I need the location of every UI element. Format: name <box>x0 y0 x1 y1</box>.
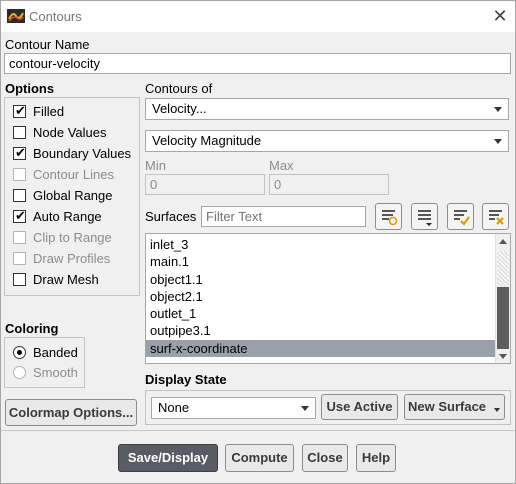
scrollbar-thumb[interactable] <box>497 287 509 349</box>
surfaces-list-items: inlet_3 main.1 object1.1 object2.1 outlet_1 o… <box>146 236 495 358</box>
option-filled[interactable]: ✔ Filled <box>13 101 131 122</box>
contours-of-component-value: Velocity Magnitude <box>152 133 262 148</box>
options-list: ✔ Filled Node Values ✔ Boundary Values Contou… <box>13 101 131 290</box>
checkbox[interactable]: ✔ <box>13 145 26 160</box>
select-new-surface-button[interactable] <box>375 203 402 230</box>
option-global-range[interactable]: Global Range <box>13 185 131 206</box>
option-label: Boundary Values <box>33 146 132 161</box>
title-bar: Contours ✕ <box>1 1 515 32</box>
checkbox[interactable] <box>13 126 26 139</box>
option-label: Clip to Range <box>33 230 112 245</box>
contours-of-component-dropdown[interactable]: Velocity Magnitude <box>145 130 509 152</box>
contour-name-label: Contour Name <box>5 37 90 52</box>
scroll-down-icon[interactable] <box>499 354 507 359</box>
contours-dialog: Contours ✕ Contour Name contour-velocity… <box>0 0 516 484</box>
close-button[interactable]: Close <box>302 444 348 472</box>
option-label: Filled <box>33 104 65 119</box>
compute-button[interactable]: Compute <box>225 444 294 472</box>
option-draw-mesh[interactable]: Draw Mesh <box>13 269 131 290</box>
checkbox[interactable] <box>13 189 26 202</box>
options-heading: Options <box>5 81 55 96</box>
deselect-list-icon <box>418 210 432 226</box>
use-active-button[interactable]: Use Active <box>321 394 398 420</box>
checkbox[interactable]: ✔ <box>13 103 26 118</box>
help-button[interactable]: Help <box>356 444 396 472</box>
scrollbar-track-upper <box>497 251 509 287</box>
window-title: Contours <box>29 9 82 24</box>
select-all-icon <box>454 210 470 226</box>
clear-selection-icon <box>489 210 504 225</box>
chevron-down-icon <box>494 139 502 144</box>
contours-of-quantity-dropdown[interactable]: Velocity... <box>145 98 509 120</box>
display-state-dropdown[interactable]: None <box>151 397 316 419</box>
checkbox[interactable]: ✔ <box>13 208 26 223</box>
option-contour-lines[interactable]: Contour Lines <box>13 164 131 185</box>
option-boundary-values[interactable]: ✔ Boundary Values <box>13 143 131 164</box>
check-icon: ✔ <box>15 208 26 223</box>
smooth-label: Smooth <box>33 365 78 380</box>
surfaces-filter-input[interactable] <box>201 206 366 227</box>
display-state-heading: Display State <box>145 372 227 387</box>
surfaces-scrollbar[interactable] <box>495 234 510 363</box>
option-node-values[interactable]: Node Values <box>13 122 131 143</box>
options-group: ✔ Filled Node Values ✔ Boundary Values Contou… <box>4 97 140 296</box>
option-label: Global Range <box>33 188 113 203</box>
list-item[interactable]: main.1 <box>146 253 495 270</box>
option-label: Contour Lines <box>33 167 114 182</box>
footer-divider <box>1 430 515 431</box>
surfaces-list[interactable]: inlet_3 main.1 object1.1 object2.1 outlet_1 o… <box>145 233 511 364</box>
select-new-surface-icon <box>382 210 398 226</box>
option-clip-to-range[interactable]: Clip to Range <box>13 227 131 248</box>
contours-of-label: Contours of <box>145 81 213 96</box>
option-label: Auto Range <box>33 209 102 224</box>
checkbox[interactable] <box>13 273 26 286</box>
colormap-options-button[interactable]: Colormap Options... <box>5 399 137 426</box>
chevron-down-icon <box>494 408 500 412</box>
chevron-down-icon <box>494 107 502 112</box>
min-field[interactable]: 0 <box>145 174 265 195</box>
banded-label: Banded <box>33 345 78 360</box>
new-surface-label: New Surface <box>408 399 487 414</box>
select-all-button[interactable] <box>447 203 474 230</box>
coloring-heading: Coloring <box>5 321 59 336</box>
list-item[interactable]: object1.1 <box>146 271 495 288</box>
checkbox[interactable] <box>13 168 26 181</box>
clear-selection-button[interactable] <box>482 203 509 230</box>
scroll-up-icon[interactable] <box>499 239 507 244</box>
min-label: Min <box>145 158 166 173</box>
contour-name-input[interactable]: contour-velocity <box>4 53 511 74</box>
list-item[interactable]: outlet_1 <box>146 305 495 322</box>
list-item[interactable]: inlet_3 <box>146 236 495 253</box>
chevron-down-icon <box>301 406 309 411</box>
close-icon[interactable]: ✕ <box>491 7 509 25</box>
option-draw-profiles[interactable]: Draw Profiles <box>13 248 131 269</box>
smooth-radio-button[interactable] <box>13 366 26 379</box>
surfaces-label: Surfaces <box>145 209 197 224</box>
banded-radio-button[interactable] <box>13 346 26 359</box>
option-auto-range[interactable]: ✔ Auto Range <box>13 206 131 227</box>
max-label: Max <box>269 158 294 173</box>
option-label: Draw Profiles <box>33 251 111 266</box>
smooth-radio[interactable]: Smooth <box>13 362 78 383</box>
option-label: Node Values <box>33 125 107 140</box>
checkbox[interactable] <box>13 252 26 265</box>
list-item[interactable]: outpipe3.1 <box>146 322 495 339</box>
banded-radio[interactable]: Banded <box>13 342 78 363</box>
fluent-logo-icon <box>7 9 25 23</box>
display-state-value: None <box>158 400 190 415</box>
deselect-list-button[interactable] <box>411 203 438 230</box>
list-item[interactable]: object2.1 <box>146 288 495 305</box>
contours-of-quantity-value: Velocity... <box>152 101 207 116</box>
coloring-group: Banded Smooth <box>4 337 85 388</box>
save-display-button[interactable]: Save/Display <box>118 444 218 472</box>
list-item[interactable]: surf-x-coordinate <box>146 339 495 358</box>
option-label: Draw Mesh <box>33 272 99 287</box>
max-field[interactable]: 0 <box>269 174 389 195</box>
check-icon: ✔ <box>15 145 26 160</box>
check-icon: ✔ <box>15 103 26 118</box>
checkbox[interactable] <box>13 231 26 244</box>
new-surface-button[interactable]: New Surface <box>404 394 505 420</box>
